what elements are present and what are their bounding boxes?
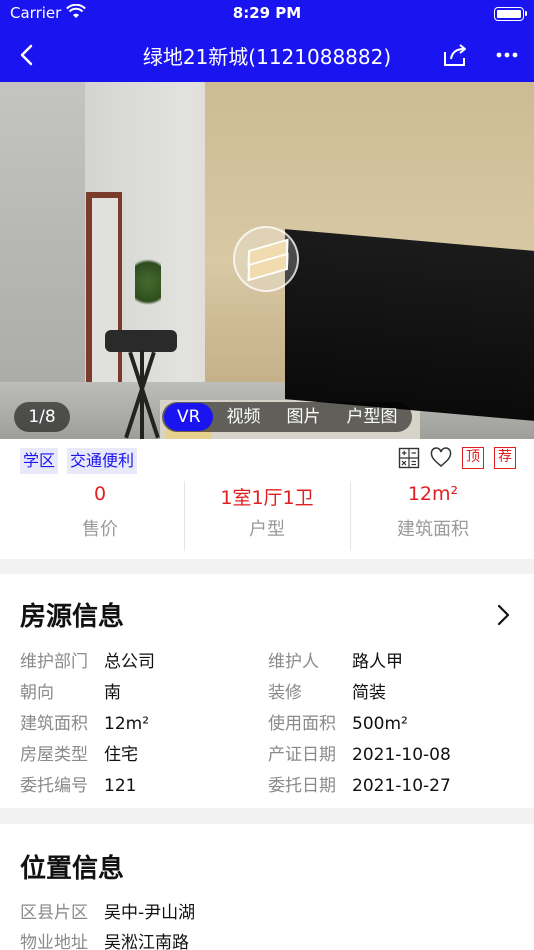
chevron-right-icon[interactable] <box>492 604 514 626</box>
info-value: 住宅 <box>104 745 138 765</box>
info-key: 物业地址 <box>20 933 88 950</box>
info-row: 委托编号 121 <box>20 771 136 796</box>
stat-price-label: 售价 <box>82 519 118 540</box>
info-row: 装修 简装 <box>268 678 386 703</box>
info-key: 产证日期 <box>268 745 336 765</box>
info-key: 委托日期 <box>268 776 336 796</box>
key-stats: 0 售价 1室1厅1卫 户型 12m² 建筑面积 <box>0 479 534 559</box>
favorite-button[interactable] <box>430 447 452 469</box>
info-row: 朝向 南 <box>20 678 121 703</box>
photo-plant <box>135 252 161 312</box>
tab-photos[interactable]: 图片 <box>273 403 333 431</box>
vr-layers-icon[interactable] <box>233 226 299 292</box>
info-key: 维护人 <box>268 652 319 672</box>
listing-info-section[interactable]: 房源信息 维护部门 总公司 维护人 路人甲 朝向 南 装修 简装 建筑面积 12m² 使用… <box>0 574 534 808</box>
top-mark-button[interactable]: 顶 <box>462 447 484 469</box>
property-photo[interactable]: 1/8 VR 视频 图片 户型图 <box>0 82 534 439</box>
tags-row: 学区 交通便利 顶 荐 <box>0 439 534 479</box>
info-key: 房屋类型 <box>20 745 88 765</box>
heart-icon <box>430 447 452 467</box>
info-value: 500m² <box>352 714 408 734</box>
tag-school-district: 学区 <box>20 448 59 474</box>
info-key: 委托编号 <box>20 776 88 796</box>
clock: 8:29 PM <box>232 4 302 22</box>
info-value: 总公司 <box>104 652 155 672</box>
stat-price-value: 0 <box>93 483 107 505</box>
more-icon <box>496 52 518 58</box>
info-row: 委托日期 2021-10-27 <box>268 771 451 796</box>
share-button[interactable] <box>440 40 470 70</box>
info-row: 维护人 路人甲 <box>268 647 403 672</box>
tag-transport: 交通便利 <box>67 448 138 474</box>
stat-price: 0 售价 <box>11 483 189 541</box>
info-row: 维护部门 总公司 <box>20 647 155 672</box>
stat-layout-label: 户型 <box>249 519 285 540</box>
recommend-mark-button[interactable]: 荐 <box>494 447 516 469</box>
info-key: 朝向 <box>20 683 54 703</box>
info-value: 2021-10-27 <box>352 776 451 796</box>
info-value: 吴淞江南路 <box>104 933 189 950</box>
info-row: 区县片区 吴中-尹山湖 <box>20 898 195 923</box>
info-key: 维护部门 <box>20 652 88 672</box>
location-info-section: 位置信息 区县片区 吴中-尹山湖 物业地址 吴淞江南路 <box>0 824 534 950</box>
info-row: 产证日期 2021-10-08 <box>268 740 451 765</box>
status-bar: Carrier 8:29 PM <box>0 0 534 28</box>
battery-icon <box>494 7 527 21</box>
photo-tv <box>285 229 534 421</box>
info-key: 建筑面积 <box>20 714 88 734</box>
media-tabs: VR 视频 图片 户型图 <box>162 402 413 432</box>
info-row: 使用面积 500m² <box>268 709 408 734</box>
tab-video[interactable]: 视频 <box>213 403 273 431</box>
info-value: 吴中-尹山湖 <box>104 903 196 923</box>
info-key: 区县片区 <box>20 903 88 923</box>
stat-layout-value: 1室1厅1卫 <box>220 487 314 509</box>
tab-vr[interactable]: VR <box>164 403 214 431</box>
info-value: 2021-10-08 <box>352 745 451 765</box>
info-row: 物业地址 吴淞江南路 <box>20 928 189 950</box>
stat-area: 12m² 建筑面积 <box>344 483 522 541</box>
photo-tripod <box>105 330 177 352</box>
info-row: 房屋类型 住宅 <box>20 740 138 765</box>
info-value: 121 <box>104 776 137 796</box>
more-button[interactable] <box>492 40 522 70</box>
stat-area-value: 12m² <box>407 483 459 505</box>
info-value: 12m² <box>104 714 150 734</box>
nav-bar: 绿地21新城(1121088882) <box>0 28 534 82</box>
listing-info-title: 房源信息 <box>20 602 125 632</box>
photo-counter: 1/8 <box>14 402 70 432</box>
info-value: 南 <box>104 683 121 703</box>
info-row: 建筑面积 12m² <box>20 709 149 734</box>
stat-area-label: 建筑面积 <box>397 519 469 540</box>
location-info-title: 位置信息 <box>20 854 125 884</box>
info-value: 简装 <box>352 683 386 703</box>
info-value: 路人甲 <box>352 652 403 672</box>
calculator-icon <box>398 447 420 469</box>
calculator-button[interactable] <box>398 447 420 469</box>
share-icon <box>444 44 466 66</box>
info-key: 装修 <box>268 683 302 703</box>
tab-floorplan[interactable]: 户型图 <box>333 403 410 431</box>
stat-layout: 1室1厅1卫 户型 <box>178 483 356 541</box>
info-key: 使用面积 <box>268 714 336 734</box>
